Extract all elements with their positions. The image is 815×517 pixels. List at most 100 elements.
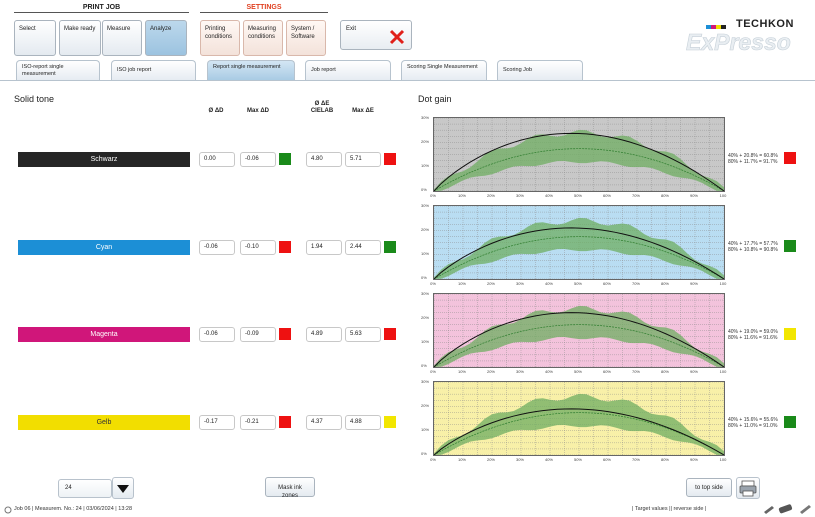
logo-product: ExPresso xyxy=(686,29,791,56)
dot-gain-chart xyxy=(433,381,725,456)
x-tick-label: 20% xyxy=(486,457,495,462)
x-tick-label: 20% xyxy=(486,193,495,198)
select-button[interactable]: Select xyxy=(14,20,56,56)
mask-ink-zones-button[interactable]: Mask ink zones xyxy=(265,477,315,499)
delta-d-status-indicator xyxy=(279,241,291,253)
tab-iso-job-report[interactable]: ISO job report xyxy=(111,60,196,80)
close-icon xyxy=(389,29,405,45)
x-tick-label: 20% xyxy=(486,369,495,374)
dot-gain-chart xyxy=(433,293,725,368)
avg-delta-e-value: 4.89 xyxy=(306,327,342,342)
delta-d-status-indicator xyxy=(279,153,291,165)
avg-delta-d-value: -0.17 xyxy=(199,415,235,430)
x-tick-label: 30% xyxy=(515,193,524,198)
y-tick-label: 10% xyxy=(421,251,430,256)
y-tick-label: 20% xyxy=(421,139,430,144)
measurement-select[interactable]: 24 xyxy=(58,479,112,498)
max-delta-e-value: 2.44 xyxy=(345,240,381,255)
solid-tone-title: Solid tone xyxy=(14,94,55,104)
x-tick-label: 80% xyxy=(660,457,669,462)
x-tick-label: 60% xyxy=(602,281,611,286)
max-delta-d-value: -0.10 xyxy=(240,240,276,255)
x-tick-label: 50% xyxy=(573,369,582,374)
x-tick-label: 70% xyxy=(631,369,640,374)
x-tick-label: 80% xyxy=(660,281,669,286)
x-tick-label: 50% xyxy=(573,281,582,286)
x-tick-label: 40% xyxy=(544,193,553,198)
target-values-status: | Target values || reverse side | xyxy=(632,506,707,512)
refresh-icon xyxy=(4,506,12,514)
measuring-conditions-button[interactable]: Measuring conditions xyxy=(243,20,283,56)
x-tick-label: 60% xyxy=(602,369,611,374)
y-tick-label: 30% xyxy=(421,203,430,208)
exit-label: Exit xyxy=(346,26,357,32)
y-tick-label: 20% xyxy=(421,227,430,232)
y-tick-label: 10% xyxy=(421,339,430,344)
delta-e-status-indicator xyxy=(384,241,396,253)
x-tick-label: 30% xyxy=(515,457,524,462)
x-tick-label: 80% xyxy=(660,369,669,374)
x-tick-label: 30% xyxy=(515,281,524,286)
y-tick-label: 20% xyxy=(421,315,430,320)
x-tick-label: 60% xyxy=(602,457,611,462)
settings-group-title: SETTINGS xyxy=(246,4,282,11)
x-tick-label: 100 xyxy=(719,193,727,198)
y-tick-label: 30% xyxy=(421,379,430,384)
ink-swatch-magenta: Magenta xyxy=(18,327,190,342)
y-tick-label: 30% xyxy=(421,115,430,120)
print-job-group-line xyxy=(14,12,189,13)
avg-delta-d-value: 0.00 xyxy=(199,152,235,167)
x-tick-label: 80% xyxy=(660,193,669,198)
print-job-group-title: PRINT JOB xyxy=(82,4,121,11)
avg-delta-d-value: -0.06 xyxy=(199,327,235,342)
x-tick-label: 90% xyxy=(689,193,698,198)
dot-gain-status-indicator xyxy=(784,328,796,340)
chevron-down-icon xyxy=(117,485,129,493)
x-tick-label: 100 xyxy=(719,457,727,462)
y-tick-label: 20% xyxy=(421,403,430,408)
x-tick-label: 0% xyxy=(430,457,436,462)
dot-gain-title: Dot gain xyxy=(418,94,452,104)
x-tick-label: 10% xyxy=(457,193,466,198)
dot-gain-status-indicator xyxy=(784,416,796,428)
avg-delta-e-value: 4.37 xyxy=(306,415,342,430)
x-tick-label: 10% xyxy=(457,369,466,374)
tab-job-report[interactable]: Job report xyxy=(305,60,391,80)
x-tick-label: 10% xyxy=(457,281,466,286)
x-tick-label: 40% xyxy=(544,457,553,462)
avg-delta-e-value: 1.94 xyxy=(306,240,342,255)
max-delta-e-value: 5.63 xyxy=(345,327,381,342)
printer-icon xyxy=(739,480,757,497)
make-ready-button[interactable]: Make ready xyxy=(59,20,101,56)
print-button[interactable] xyxy=(736,477,760,499)
y-tick-label: 10% xyxy=(421,427,430,432)
ink-swatch-schwarz: Schwarz xyxy=(18,152,190,167)
system-software-button[interactable]: System / Software xyxy=(286,20,326,56)
status-line: Job 06 | Measurem. No.: 24 | 03/06/2024 … xyxy=(14,506,133,512)
avg-delta-e-value: 4.80 xyxy=(306,152,342,167)
x-tick-label: 0% xyxy=(430,369,436,374)
delta-e-status-indicator xyxy=(384,416,396,428)
max-delta-e-value: 4.88 xyxy=(345,415,381,430)
measurement-dropdown-button[interactable] xyxy=(112,477,134,499)
avg-delta-d-value: -0.06 xyxy=(199,240,235,255)
to-top-side-button[interactable]: to top side xyxy=(686,478,732,497)
printing-conditions-button[interactable]: Printing conditions xyxy=(200,20,240,56)
x-tick-label: 40% xyxy=(544,281,553,286)
dot-gain-chart xyxy=(433,117,725,192)
y-tick-label: 0% xyxy=(421,275,427,280)
settings-group-line xyxy=(200,12,328,13)
x-tick-label: 90% xyxy=(689,369,698,374)
exit-button[interactable]: Exit xyxy=(340,20,412,50)
delta-d-status-indicator xyxy=(279,416,291,428)
x-tick-label: 70% xyxy=(631,193,640,198)
analyze-button[interactable]: Analyze xyxy=(145,20,187,56)
dot-gain-legend-80: 80% + 11.0% = 91.0% xyxy=(728,423,778,429)
ink-swatch-gelb: Gelb xyxy=(18,415,190,430)
tab-scoring-job[interactable]: Scoring Job xyxy=(497,60,583,80)
dot-gain-legend-80: 80% + 11.7% = 91.7% xyxy=(728,159,778,165)
measure-button[interactable]: Measure xyxy=(102,20,142,56)
tab-iso-report-single[interactable]: ISO-report single measurement xyxy=(16,60,100,80)
tab-scoring-single[interactable]: Scoring Single Measurement xyxy=(401,60,487,80)
tab-report-single[interactable]: Report single measurement xyxy=(207,60,295,80)
